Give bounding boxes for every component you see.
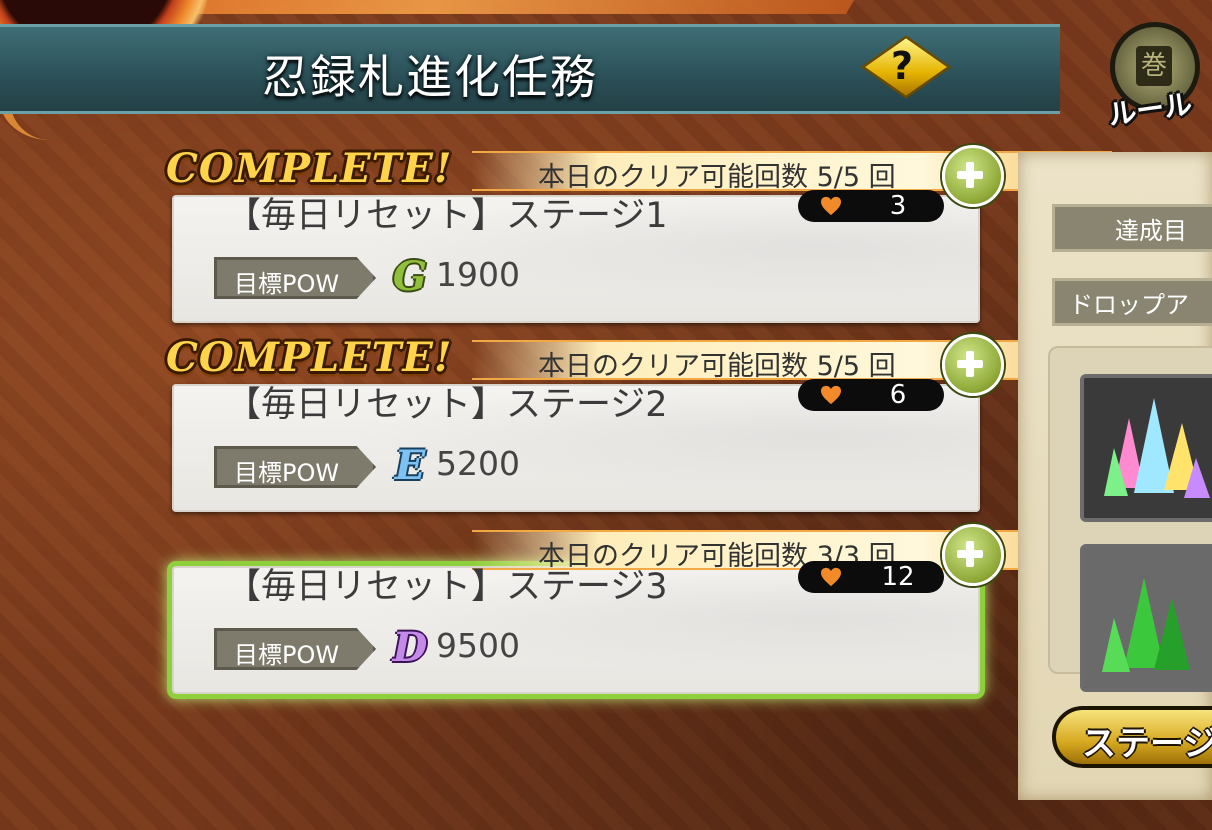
clear-count-strip: 本日のクリア可能回数 5/5 回	[472, 340, 1112, 382]
heart-cost-value: 3	[889, 191, 907, 221]
rank-d-icon: D	[392, 624, 428, 671]
mission-card-2[interactable]: 本日のクリア可能回数 5/5 回 COMPLETE! 【毎日リセット】ステージ2…	[166, 334, 1112, 512]
heart-icon	[821, 196, 841, 216]
question-mark-icon: ?	[890, 44, 914, 88]
green-crystal-item[interactable]	[1080, 544, 1212, 692]
add-clear-count-button[interactable]	[942, 145, 1004, 207]
heart-icon	[821, 567, 841, 587]
mission-card-1[interactable]: 本日のクリア可能回数 5/5 回 COMPLETE! 【毎日リセット】ステージ1…	[166, 145, 1112, 323]
pow-label: 目標POW	[214, 628, 376, 670]
heart-cost-pill: 6	[798, 379, 944, 411]
complete-badge: COMPLETE!	[166, 145, 453, 192]
clear-count-strip: 本日のクリア可能回数 5/5 回	[472, 151, 1112, 193]
heart-icon	[821, 385, 841, 405]
complete-badge: COMPLETE!	[166, 334, 453, 381]
target-row: 達成目	[1052, 204, 1212, 252]
pow-value: 5200	[436, 444, 520, 483]
rank-e-icon: E	[394, 442, 426, 489]
page-title: 忍録札進化任務	[262, 50, 598, 104]
header-bar: 忍録札進化任務 ?	[0, 24, 1060, 114]
pow-value: 9500	[436, 626, 520, 665]
rank-g-icon: G	[392, 253, 428, 300]
mission-card-3[interactable]: 本日のクリア可能回数 3/3 回 【毎日リセット】ステージ3 12 目標POW …	[172, 524, 1112, 694]
heart-cost-pill: 3	[798, 190, 944, 222]
drop-items-row: ドロップア	[1052, 278, 1212, 326]
stage-name: 【毎日リセット】ステージ1	[226, 196, 668, 236]
add-clear-count-button[interactable]	[942, 524, 1004, 586]
heart-cost-value: 12	[881, 562, 915, 592]
scroll-icon: 巻	[1136, 46, 1172, 86]
green-crystal-icon	[1084, 548, 1212, 688]
pow-value: 1900	[436, 255, 520, 294]
rainbow-crystal-icon	[1084, 378, 1212, 518]
rule-label: ルール	[1106, 87, 1195, 132]
mission-detail-panel: 達成目 ドロップア ステージ	[1018, 152, 1212, 800]
rainbow-crystal-item[interactable]	[1080, 374, 1212, 522]
top-decorative-streak	[145, 0, 855, 14]
stage-name: 【毎日リセット】ステージ3	[226, 567, 668, 607]
rule-button[interactable]: 巻 ルール	[1100, 22, 1210, 132]
add-clear-count-button[interactable]	[942, 334, 1004, 396]
heart-cost-pill: 12	[798, 561, 944, 593]
pow-label: 目標POW	[214, 446, 376, 488]
stage-button[interactable]: ステージ	[1052, 706, 1212, 768]
pow-label: 目標POW	[214, 257, 376, 299]
stage-name: 【毎日リセット】ステージ2	[226, 385, 668, 425]
help-button[interactable]: ?	[860, 35, 952, 99]
drop-items-box	[1048, 346, 1212, 692]
heart-cost-value: 6	[889, 380, 907, 410]
